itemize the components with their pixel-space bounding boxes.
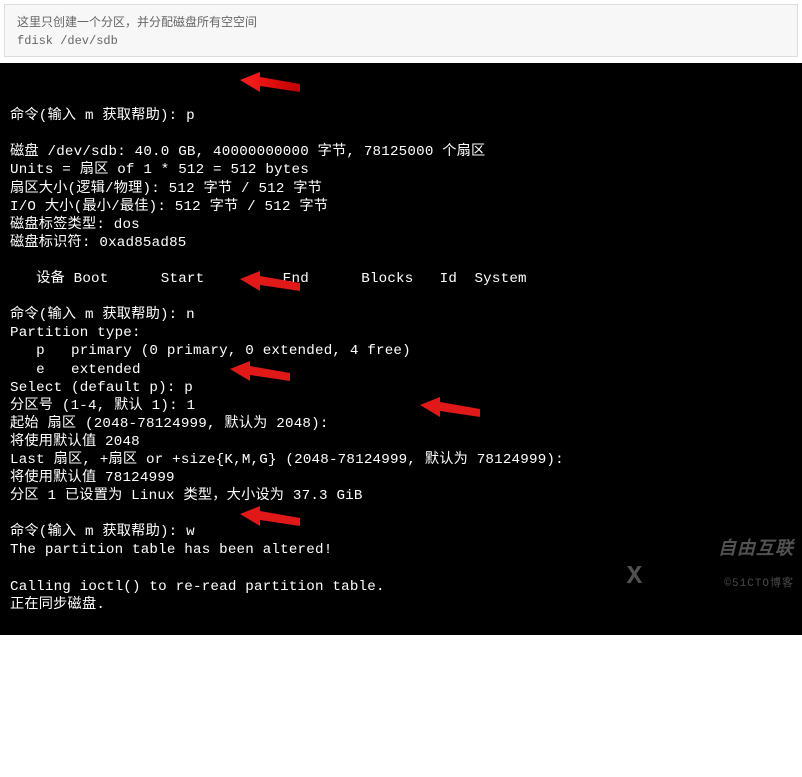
terminal-output: 命令(输入 m 获取帮助): p 磁盘 /dev/sdb: 40.0 GB, 4… <box>0 63 802 635</box>
watermark-subtext: ©51CTO博客 <box>647 575 794 593</box>
annotation-arrow <box>238 70 308 100</box>
watermark-x-icon: X <box>627 567 644 585</box>
watermark-text: 自由互联 <box>718 540 794 560</box>
note-command: fdisk /dev/sdb <box>17 34 785 48</box>
watermark: X 自由互联 ©51CTO博客 <box>627 522 794 629</box>
instruction-note: 这里只创建一个分区，并分配磁盘所有空空间 fdisk /dev/sdb <box>4 4 798 57</box>
note-text: 这里只创建一个分区，并分配磁盘所有空空间 <box>17 13 785 30</box>
